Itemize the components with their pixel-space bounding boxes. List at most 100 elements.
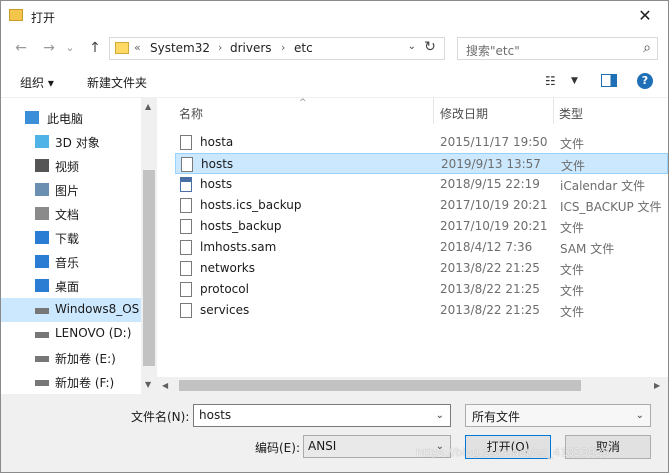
sidebar-item-label: 文档	[55, 208, 80, 222]
file-row[interactable]: hosts 2019/9/13 13:57 文件	[175, 153, 668, 174]
sidebar-item-label: 下载	[55, 232, 80, 246]
chevron-down-icon[interactable]: ⌄	[636, 410, 644, 421]
chevron-down-icon[interactable]: ⌄	[436, 410, 444, 421]
sidebar-item[interactable]: 新加卷 (F:)	[1, 370, 141, 394]
download-icon	[35, 231, 49, 244]
breadcrumb-system32[interactable]: System32	[150, 41, 210, 55]
sidebar-item[interactable]: 新加卷 (E:)	[1, 346, 141, 370]
preview-pane-icon[interactable]	[601, 74, 617, 87]
sidebar-item[interactable]: 3D 对象	[1, 130, 141, 154]
scroll-down-icon[interactable]: ▼	[145, 380, 151, 389]
column-header-type[interactable]: 类型	[559, 105, 583, 122]
scroll-left-icon[interactable]: ◀	[162, 381, 168, 390]
sidebar-item[interactable]: 音乐	[1, 250, 141, 274]
file-icon	[180, 240, 192, 255]
address-bar[interactable]: « System32 › drivers › etc ⌄ ↻	[109, 37, 445, 60]
breadcrumb-separator[interactable]: ›	[281, 41, 285, 54]
column-divider[interactable]	[433, 98, 434, 124]
sidebar-item-label: 桌面	[55, 280, 80, 294]
folder-icon	[9, 9, 23, 21]
file-type: 文件	[560, 284, 585, 298]
sidebar-item[interactable]: 桌面	[1, 274, 141, 298]
drive-icon	[35, 332, 49, 338]
breadcrumb-drivers[interactable]: drivers	[230, 41, 272, 55]
file-date: 2013/8/22 21:25	[440, 303, 540, 317]
up-arrow-icon[interactable]: ↑	[85, 38, 105, 58]
search-input[interactable]: 搜索"etc" ⌕	[457, 37, 658, 60]
sidebar-scrollbar[interactable]: ▲ ▼	[141, 98, 157, 394]
sidebar-item-label: 音乐	[55, 256, 80, 270]
video-icon	[35, 159, 49, 172]
file-row[interactable]: hosta 2015/11/17 19:50 文件	[175, 132, 668, 153]
back-arrow-icon[interactable]: ←	[11, 38, 31, 58]
close-button[interactable]: ✕	[630, 5, 660, 27]
sidebar-item[interactable]: 视频	[1, 154, 141, 178]
encoding-value: ANSI	[308, 439, 337, 453]
sidebar-item[interactable]: Windows8_OS	[1, 298, 141, 322]
file-row[interactable]: networks 2013/8/22 21:25 文件	[175, 258, 668, 279]
file-name: hosts.ics_backup	[200, 198, 302, 212]
sidebar-item[interactable]: 图片	[1, 178, 141, 202]
chevron-down-icon[interactable]: ▼	[571, 76, 578, 86]
scroll-up-icon[interactable]: ▲	[145, 102, 151, 111]
help-icon[interactable]: ?	[637, 73, 653, 89]
file-name: protocol	[200, 282, 249, 296]
horizontal-scrollbar[interactable]: ◀ ▶	[157, 377, 668, 394]
command-bar: 组织 ▾ 新建文件夹 ☷ ▼ ?	[1, 65, 668, 98]
file-date: 2015/11/17 19:50	[440, 135, 548, 149]
file-row[interactable]: hosts 2018/9/15 22:19 iCalendar 文件	[175, 174, 668, 195]
sidebar-item[interactable]: 下载	[1, 226, 141, 250]
search-icon[interactable]: ⌕	[643, 40, 651, 56]
sidebar-item[interactable]: LENOVO (D:)	[1, 322, 141, 346]
file-type-value: 所有文件	[472, 410, 521, 424]
breadcrumb-overflow[interactable]: «	[134, 41, 141, 54]
refresh-icon[interactable]: ↻	[420, 39, 440, 58]
file-name: networks	[200, 261, 255, 275]
column-header-name[interactable]: 名称	[179, 105, 203, 122]
file-row[interactable]: hosts.ics_backup 2017/10/19 20:21 ICS_BACK…	[175, 195, 668, 216]
organize-button[interactable]: 组织 ▾	[20, 74, 54, 91]
sidebar-item[interactable]: 文档	[1, 202, 141, 226]
forward-arrow-icon[interactable]: →	[39, 38, 59, 58]
column-header-date[interactable]: 修改日期	[440, 105, 488, 122]
file-type-select[interactable]: 所有文件 ⌄	[465, 404, 651, 427]
sidebar-item-label: 视频	[55, 160, 80, 174]
file-row[interactable]: hosts_backup 2017/10/19 20:21 文件	[175, 216, 668, 237]
file-row[interactable]: services 2013/8/22 21:25 文件	[175, 300, 668, 321]
sidebar-item-label: 图片	[55, 184, 80, 198]
cube-icon	[35, 135, 49, 148]
sidebar-item-label: LENOVO (D:)	[55, 326, 132, 340]
dialog-title: 打开	[31, 11, 56, 25]
file-list: ^ 名称 修改日期 类型 hosta 2015/11/17 19:50 文件 host…	[157, 98, 668, 394]
navigation-bar: ← → ⌄ ↑ « System32 › drivers › etc ⌄ ↻ 搜…	[1, 31, 668, 65]
folder-icon	[115, 42, 129, 54]
file-icon	[180, 261, 192, 276]
file-type: 文件	[560, 263, 585, 277]
drive-icon	[35, 308, 49, 314]
file-date: 2017/10/19 20:21	[440, 198, 548, 212]
file-date: 2018/4/12 7:36	[440, 240, 533, 254]
pc-icon	[25, 111, 39, 124]
sidebar-item-label: Windows8_OS	[55, 302, 140, 316]
scrollbar-thumb[interactable]	[143, 170, 155, 366]
breadcrumb-separator[interactable]: ›	[218, 41, 222, 54]
file-icon	[180, 282, 192, 297]
sidebar-item-label: 新加卷 (E:)	[55, 352, 116, 366]
file-row[interactable]: protocol 2013/8/22 21:25 文件	[175, 279, 668, 300]
scrollbar-thumb[interactable]	[179, 380, 581, 391]
dialog-footer: 文件名(N): hosts ⌄ 所有文件 ⌄ 编码(E): ANSI ⌄ 打开(…	[1, 394, 668, 472]
chevron-down-icon[interactable]: ⌄	[408, 41, 416, 52]
column-divider[interactable]	[553, 98, 554, 124]
file-date: 2018/9/15 22:19	[440, 177, 540, 191]
new-folder-button[interactable]: 新建文件夹	[87, 74, 147, 91]
view-options-icon[interactable]: ☷	[545, 74, 556, 88]
filename-value[interactable]: hosts	[199, 408, 231, 422]
filename-field[interactable]: hosts ⌄	[193, 404, 451, 427]
file-name: services	[200, 303, 250, 317]
file-name: lmhosts.sam	[200, 240, 277, 254]
file-row[interactable]: lmhosts.sam 2018/4/12 7:36 SAM 文件	[175, 237, 668, 258]
recent-locations-icon[interactable]: ⌄	[63, 38, 77, 58]
scroll-right-icon[interactable]: ▶	[654, 381, 660, 390]
breadcrumb-etc[interactable]: etc	[294, 41, 313, 55]
sidebar-item[interactable]: 此电脑	[1, 106, 141, 130]
